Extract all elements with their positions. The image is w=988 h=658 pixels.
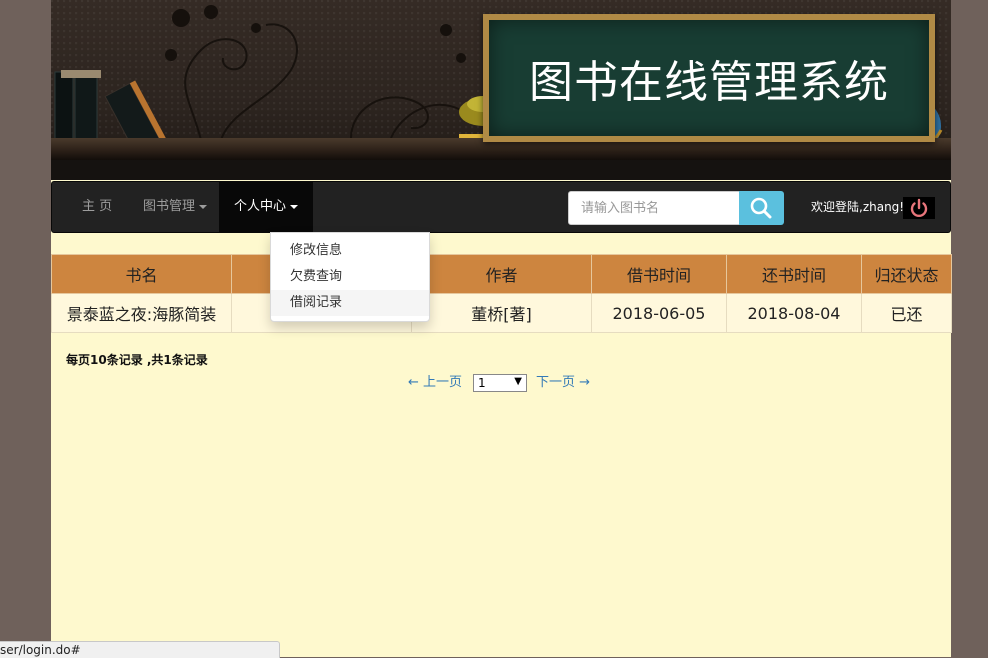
next-page-link[interactable]: 下一页 → <box>536 374 590 392</box>
header-banner: 图书在线管理系统 <box>51 0 951 180</box>
record-count-info: 每页10条记录 ,共1条记录 <box>66 353 208 367</box>
cell-borrow-date: 2018-06-05 <box>591 293 727 333</box>
nav-personal-center-label: 个人中心 <box>234 199 287 214</box>
banner-ground <box>51 160 951 180</box>
table-header-row: 书名 作者 借书时间 还书时间 归还状态 <box>51 254 952 294</box>
search-icon <box>750 197 772 219</box>
nav-book-management[interactable]: 图书管理 <box>128 182 222 232</box>
cell-author: 董桥[著] <box>411 293 592 333</box>
search-button[interactable] <box>739 191 784 225</box>
page-select[interactable]: 1 ▼ <box>473 374 527 392</box>
page-select-value: 1 <box>478 376 486 390</box>
borrow-records-table: 书名 作者 借书时间 还书时间 归还状态 景泰蓝之夜:海豚简装 董桥[著] 20… <box>51 254 952 333</box>
dropdown-item-edit-info[interactable]: 修改信息 <box>271 238 429 264</box>
cell-return-status: 已还 <box>861 293 952 333</box>
pagination: ← 上一页 1 ▼ 下一页 → <box>51 374 951 394</box>
page: 图书在线管理系统 主 页 图书管理 个人中心 欢迎登陆,zhang! <box>51 0 952 657</box>
browser-status-bar: ser/login.do# <box>0 641 280 658</box>
header-book-title: 书名 <box>51 254 232 294</box>
nav-home-label: 主 页 <box>82 199 113 214</box>
status-url: ser/login.do# <box>0 643 81 657</box>
header-return-status: 归还状态 <box>861 254 952 294</box>
cell-return-date: 2018-08-04 <box>726 293 862 333</box>
nav-home[interactable]: 主 页 <box>67 182 127 232</box>
power-icon <box>910 198 928 218</box>
site-title: 图书在线管理系统 <box>529 57 889 108</box>
caret-down-icon <box>199 204 208 209</box>
prev-page-link[interactable]: ← 上一页 <box>408 374 462 392</box>
header-author: 作者 <box>411 254 592 294</box>
nav-book-management-label: 图书管理 <box>143 199 196 214</box>
welcome-text: 欢迎登陆,zhang! <box>811 200 905 214</box>
table-row: 景泰蓝之夜:海豚简装 董桥[著] 2018-06-05 2018-08-04 已… <box>51 293 952 333</box>
blackboard: 图书在线管理系统 <box>483 14 935 142</box>
search-input[interactable] <box>568 191 740 225</box>
header-borrow-date: 借书时间 <box>591 254 727 294</box>
dropdown-item-arrears[interactable]: 欠费查询 <box>271 264 429 290</box>
caret-down-icon <box>290 204 299 209</box>
cell-book-title: 景泰蓝之夜:海豚简装 <box>51 293 232 333</box>
personal-center-dropdown: 修改信息 欠费查询 借阅记录 <box>270 232 430 322</box>
header-return-date: 还书时间 <box>726 254 862 294</box>
logout-button[interactable] <box>903 197 935 219</box>
select-arrow-icon: ▼ <box>514 376 522 387</box>
nav-personal-center[interactable]: 个人中心 <box>219 182 314 232</box>
dropdown-item-borrow-records[interactable]: 借阅记录 <box>271 290 429 316</box>
navbar: 主 页 图书管理 个人中心 欢迎登陆,zhang! <box>51 181 951 233</box>
